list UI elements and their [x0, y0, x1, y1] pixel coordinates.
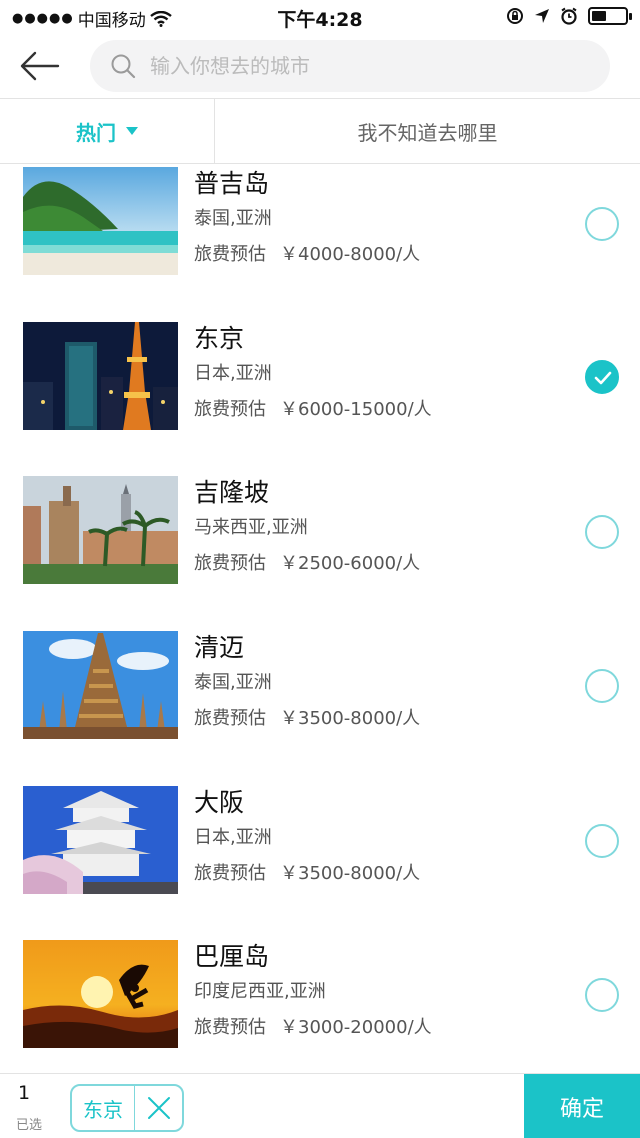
select-radio-kuala-lumpur[interactable] [585, 515, 619, 549]
destination-photo-bali [23, 940, 178, 1048]
destination-region: 日本,亚洲 [194, 827, 272, 848]
destination-name: 普吉岛 [194, 169, 270, 198]
price-value: ￥3000-20000/人 [280, 1017, 432, 1038]
tab-hot-label: 热门 [76, 120, 116, 145]
destination-region: 泰国,亚洲 [194, 208, 272, 229]
battery-icon [588, 7, 632, 25]
destination-region: 马来西亚,亚洲 [194, 517, 308, 538]
search-input[interactable] [150, 54, 590, 78]
destination-item-chiang-mai[interactable]: 清迈 泰国,亚洲 旅费预估 ￥3500-8000/人 [0, 631, 640, 786]
destination-photo-kuala-lumpur [23, 476, 178, 584]
selected-count-label: 已选 [16, 1118, 43, 1133]
location-arrow-icon [535, 9, 549, 23]
selected-chip-tokyo: 东京 [70, 1084, 184, 1132]
destination-name: 清迈 [194, 633, 245, 662]
alarm-icon [561, 7, 577, 25]
price-label: 旅费预估 [194, 1017, 266, 1038]
select-radio-osaka[interactable] [585, 824, 619, 858]
price-label: 旅费预估 [194, 553, 266, 574]
filter-tabs: 热门 我不知道去哪里 [0, 98, 640, 164]
destination-price: 旅费预估 ￥3500-8000/人 [194, 860, 420, 888]
destination-info: 吉隆坡 马来西亚,亚洲 旅费预估 ￥2500-6000/人 [194, 476, 420, 578]
destination-name: 吉隆坡 [194, 478, 270, 507]
destination-region: 泰国,亚洲 [194, 672, 272, 693]
destination-photo-tokyo [23, 322, 178, 430]
tab-unknown-label: 我不知道去哪里 [357, 120, 498, 145]
price-value: ￥3500-8000/人 [280, 708, 421, 729]
destination-item-osaka[interactable]: 大阪 日本,亚洲 旅费预估 ￥3500-8000/人 [0, 786, 640, 941]
checkmark-icon [594, 371, 612, 385]
destination-item-kuala-lumpur[interactable]: 吉隆坡 马来西亚,亚洲 旅费预估 ￥2500-6000/人 [0, 476, 640, 631]
destination-item-phuket[interactable]: 普吉岛 泰国,亚洲 旅费预估 ￥4000-8000/人 [0, 167, 640, 322]
price-label: 旅费预估 [194, 399, 266, 420]
status-bar: ●●●●● 中国移动 下午4:28 [0, 0, 640, 34]
rotation-lock-icon [507, 8, 523, 24]
destination-price: 旅费预估 ￥2500-6000/人 [194, 550, 420, 578]
destination-price: 旅费预估 ￥3000-20000/人 [194, 1014, 432, 1042]
price-label: 旅费预估 [194, 708, 266, 729]
tab-unknown-destination[interactable]: 我不知道去哪里 [215, 99, 640, 163]
destination-info: 普吉岛 泰国,亚洲 旅费预估 ￥4000-8000/人 [194, 167, 420, 269]
select-radio-bali[interactable] [585, 978, 619, 1012]
destination-list[interactable]: 普吉岛 泰国,亚洲 旅费预估 ￥4000-8000/人 东京 日本,亚洲 旅费预… [0, 165, 640, 1073]
destination-price: 旅费预估 ￥3500-8000/人 [194, 705, 420, 733]
caret-down-icon [126, 127, 138, 135]
selected-chip-label: 东京 [83, 1097, 123, 1122]
destination-info: 大阪 日本,亚洲 旅费预估 ￥3500-8000/人 [194, 786, 420, 888]
price-value: ￥6000-15000/人 [280, 399, 432, 420]
price-value: ￥2500-6000/人 [280, 553, 421, 574]
tab-hot[interactable]: 热门 [0, 99, 215, 163]
destination-item-tokyo[interactable]: 东京 日本,亚洲 旅费预估 ￥6000-15000/人 [0, 322, 640, 477]
close-icon [147, 1097, 170, 1119]
remove-chip-button[interactable] [135, 1086, 182, 1130]
destination-region: 日本,亚洲 [194, 363, 272, 384]
selected-count: 1 [18, 1082, 31, 1104]
select-radio-chiang-mai[interactable] [585, 669, 619, 703]
price-value: ￥4000-8000/人 [280, 244, 421, 265]
selection-bar: 1 已选 东京 确定 [0, 1073, 640, 1138]
destination-photo-phuket [23, 167, 178, 275]
back-arrow-icon[interactable] [20, 50, 60, 82]
destination-info: 巴厘岛 印度尼西亚,亚洲 旅费预估 ￥3000-20000/人 [194, 940, 432, 1042]
select-radio-phuket[interactable] [585, 207, 619, 241]
destination-info: 东京 日本,亚洲 旅费预估 ￥6000-15000/人 [194, 322, 432, 424]
destination-photo-osaka [23, 786, 178, 894]
select-radio-tokyo[interactable] [585, 360, 619, 394]
price-label: 旅费预估 [194, 244, 266, 265]
search-icon [111, 54, 136, 79]
destination-name: 大阪 [194, 788, 245, 817]
destination-info: 清迈 泰国,亚洲 旅费预估 ￥3500-8000/人 [194, 631, 420, 733]
destination-name: 东京 [194, 324, 245, 353]
destination-name: 巴厘岛 [194, 942, 270, 971]
destination-region: 印度尼西亚,亚洲 [194, 981, 326, 1002]
destination-item-bali[interactable]: 巴厘岛 印度尼西亚,亚洲 旅费预估 ￥3000-20000/人 [0, 940, 640, 1073]
status-icons [506, 7, 632, 25]
price-label: 旅费预估 [194, 863, 266, 884]
search-bar[interactable] [90, 40, 610, 92]
price-value: ￥3500-8000/人 [280, 863, 421, 884]
confirm-button[interactable]: 确定 [524, 1074, 640, 1138]
top-nav [0, 34, 640, 98]
destination-photo-chiang-mai [23, 631, 178, 739]
destination-price: 旅费预估 ￥4000-8000/人 [194, 241, 420, 269]
destination-price: 旅费预估 ￥6000-15000/人 [194, 396, 432, 424]
